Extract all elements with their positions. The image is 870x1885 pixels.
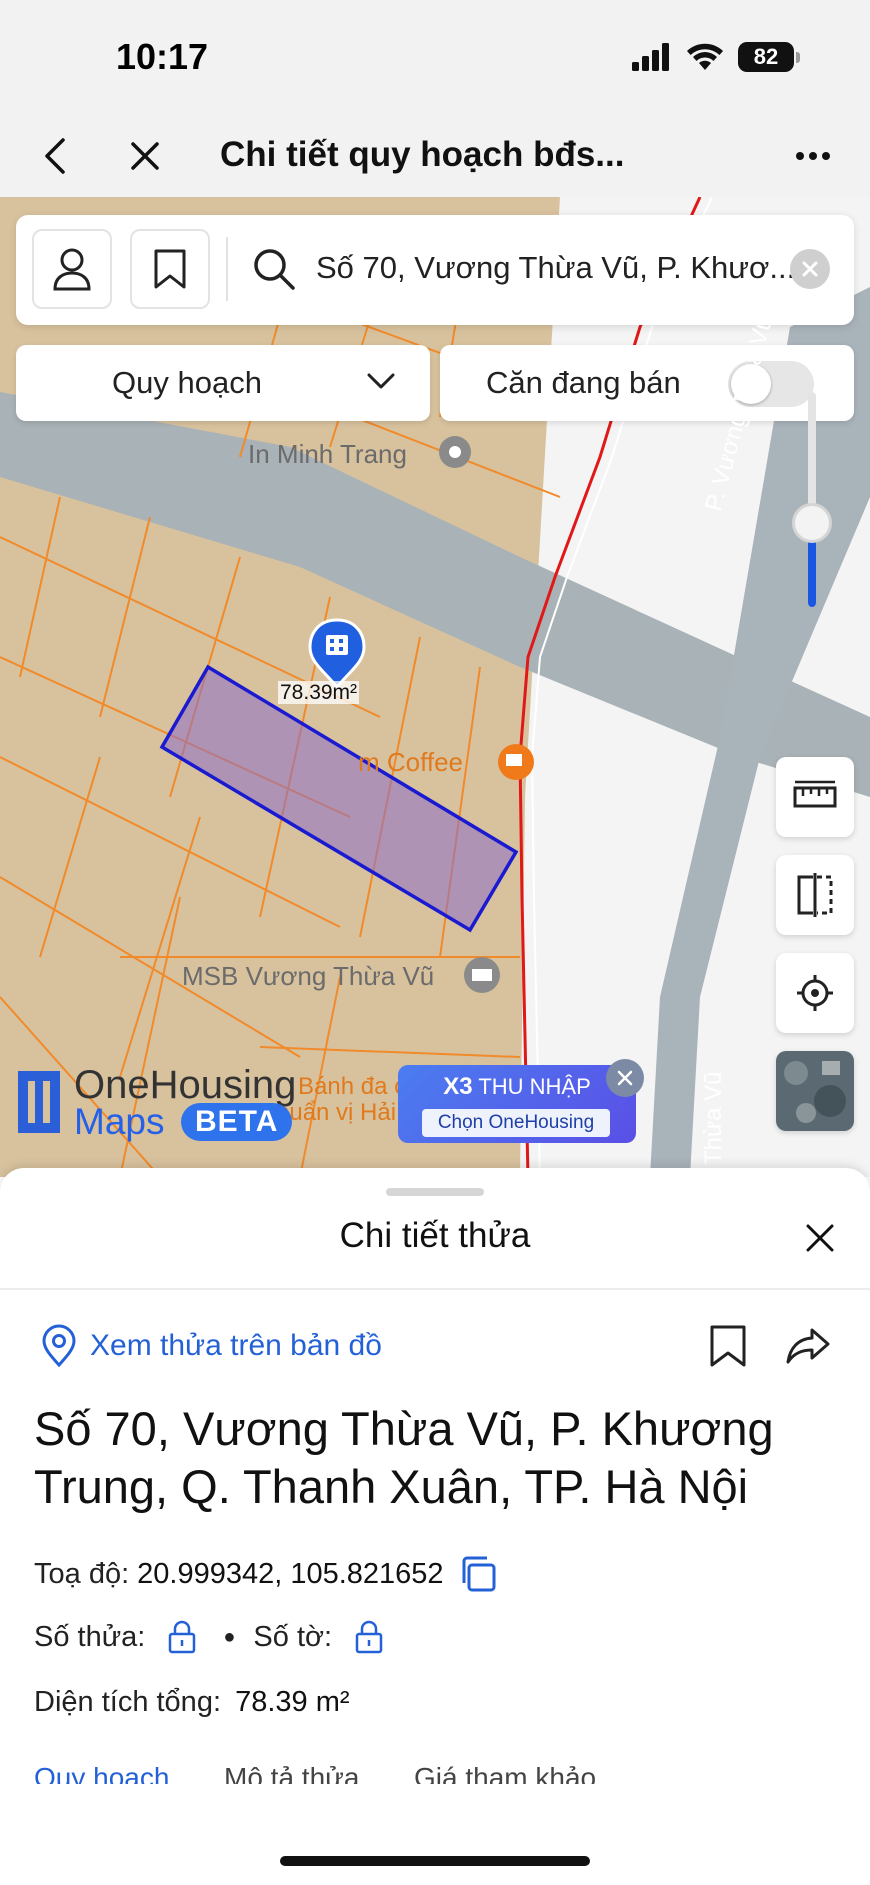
search-divider [226,237,228,301]
promo-text: THU NHẬP [478,1074,591,1099]
chevron-down-icon [367,373,395,389]
promo-cta[interactable]: Chọn OneHousing [422,1109,610,1137]
saved-button[interactable] [130,229,210,309]
sheet-no-label: Số tờ: [253,1620,333,1653]
account-button[interactable] [32,229,112,309]
chevron-left-icon [45,138,65,174]
satellite-layer-button[interactable] [776,1051,854,1131]
logo-beta-badge: BETA [181,1103,293,1141]
promo-highlight: X3 [443,1073,473,1100]
bookmark-button[interactable] [706,1324,750,1373]
status-time: 10:17 [116,36,209,77]
for-sale-filter: Căn đang bán [440,345,854,421]
home-indicator[interactable] [280,1856,590,1866]
planning-dropdown[interactable]: Quy hoạch [16,345,430,421]
close-icon [802,261,818,277]
street-label-bottom: Thừa Vũ [700,1071,727,1165]
satellite-thumbnail-icon [776,1051,854,1131]
map-canvas[interactable] [0,197,870,1177]
map-label-msb[interactable]: MSB Vương Thừa Vũ [182,961,434,992]
close-button[interactable] [120,131,170,181]
bookmark-icon [710,1325,746,1367]
sheet-close-button[interactable] [800,1218,840,1258]
lock-icon[interactable] [354,1620,384,1654]
share-button[interactable] [786,1326,830,1371]
more-button[interactable] [788,131,838,181]
coordinates-row: Toạ độ: 20.999342, 105.821652 [34,1554,498,1594]
copy-icon[interactable] [458,1554,498,1594]
sheet-divider [0,1288,870,1290]
battery-level: 82 [738,42,794,72]
compare-button[interactable] [776,855,854,935]
status-bar: 10:17 82 [0,0,870,115]
search-input[interactable]: Số 70, Vương Thừa Vũ, P. Khươ... [316,250,796,286]
nav-bar: Chi tiết quy hoạch bđs... [0,115,870,197]
map-view[interactable]: Số 70, Vương Thừa Vũ, P. Khươ... Quy hoạ… [0,197,870,1177]
map-label-banh-da[interactable]: Bánh đa c [298,1073,406,1101]
parcel-no-label: Số thửa: [34,1620,146,1653]
signal-icon [632,43,669,71]
view-on-map-text: Xem thửa trên bản đồ [90,1329,382,1362]
promo-close-button[interactable] [606,1059,644,1097]
planning-dropdown-label: Quy hoạch [112,365,262,400]
close-icon [617,1070,633,1086]
lock-icon[interactable] [167,1620,197,1654]
measure-button[interactable] [776,757,854,837]
location-pin-icon [42,1324,76,1368]
total-area-value: 78.39 m² [235,1686,350,1718]
logo-text-maps: Maps [74,1101,165,1142]
coordinates-value: 20.999342, 105.821652 [137,1557,444,1590]
tab-planning[interactable]: Quy hoạch [34,1762,169,1784]
separator-dot: ● [223,1625,236,1648]
zoom-slider-handle[interactable] [792,503,832,543]
promo-headline: X3 THU NHẬP [398,1073,636,1101]
onehousing-logo-icon [18,1071,60,1133]
tab-reference-price[interactable]: Giá tham khảo [414,1762,596,1784]
parcel-detail-sheet: Chi tiết thửa Xem thửa trên bản đồ Số 70… [0,1168,870,1885]
parcel-address: Số 70, Vương Thừa Vũ, P. Khương Trung, Q… [34,1402,774,1513]
share-icon [786,1328,830,1364]
onehousing-logo: OneHousing Maps BETA [16,1063,296,1142]
sheet-title: Chi tiết thửa [339,1216,531,1255]
parcel-area-text: 78.39m² [278,681,360,704]
page-title: Chi tiết quy hoạch bđs... [220,135,625,174]
map-label-coffee[interactable]: m Coffee [358,747,463,778]
detail-tabs: Quy hoạch Mô tả thửa Giá tham khảo [34,1762,834,1784]
total-area-label: Diện tích tổng: [34,1686,221,1718]
ruler-icon [793,780,837,808]
parcel-number-row: Số thửa: ● Số tờ: [34,1620,384,1654]
close-icon [131,142,159,170]
battery-tip [796,51,800,63]
for-sale-label: Căn đang bán [486,365,681,400]
bookmark-icon [154,249,186,289]
search-icon [254,249,295,290]
map-label-in-minh-trang[interactable]: In Minh Trang [248,439,407,470]
promo-banner[interactable]: X3 THU NHẬP Chọn OneHousing [398,1065,636,1143]
locate-me-button[interactable] [776,953,854,1033]
sheet-grabber[interactable] [386,1188,484,1196]
crosshair-icon [797,975,833,1011]
coordinates-label: Toạ độ: [34,1557,130,1590]
total-area-row: Diện tích tổng: 78.39 m² [34,1686,350,1719]
more-icon [796,152,830,160]
tab-parcel-description[interactable]: Mô tả thửa [224,1762,359,1784]
split-view-icon [797,873,833,917]
back-button[interactable] [30,131,80,181]
search-card: Số 70, Vương Thừa Vũ, P. Khươ... [16,215,854,325]
parcel-area-label: 78.39m² [278,681,360,705]
status-icons: 82 [632,42,800,72]
wifi-icon [687,43,723,70]
clear-search-button[interactable] [790,249,830,289]
view-on-map-link[interactable]: Xem thửa trên bản đồ [40,1324,382,1368]
user-icon [53,248,91,291]
close-icon [806,1224,834,1252]
battery-indicator: 82 [738,42,800,72]
